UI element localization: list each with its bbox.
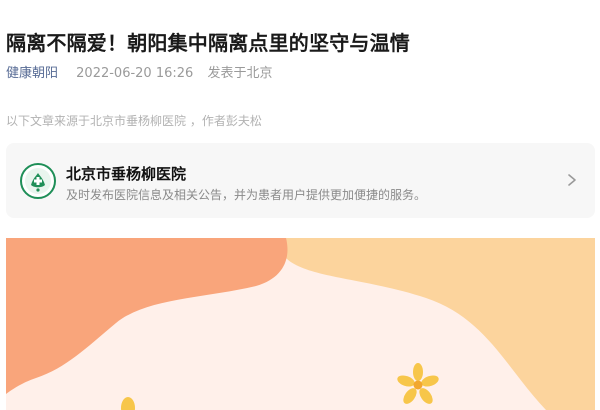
article-meta: 健康朝阳 2022-06-20 16:26 发表于北京: [6, 66, 272, 82]
source-account-card[interactable]: 北京市垂杨柳医院 及时发布医院信息及相关公告，并为患者用户提供更加便捷的服务。: [6, 143, 595, 218]
hospital-logo-icon: [20, 163, 56, 199]
article-title: 隔离不隔爱！朝阳集中隔离点里的坚守与温情: [6, 31, 410, 55]
publish-date: 2022-06-20 16:26: [76, 66, 194, 81]
account-name-link[interactable]: 健康朝阳: [6, 66, 58, 81]
publish-location: 发表于北京: [207, 66, 273, 81]
source-account-description: 及时发布医院信息及相关公告，并为患者用户提供更加便捷的服务。: [66, 188, 427, 202]
article-page: 隔离不隔爱！朝阳集中隔离点里的坚守与温情 健康朝阳 2022-06-20 16:…: [0, 0, 600, 410]
chevron-right-icon[interactable]: [565, 172, 579, 188]
article-cover-image: [6, 238, 595, 410]
source-note: 以下文章来源于北京市垂杨柳医院 ，作者彭夫松: [6, 114, 262, 128]
source-account-name: 北京市垂杨柳医院: [66, 165, 187, 183]
